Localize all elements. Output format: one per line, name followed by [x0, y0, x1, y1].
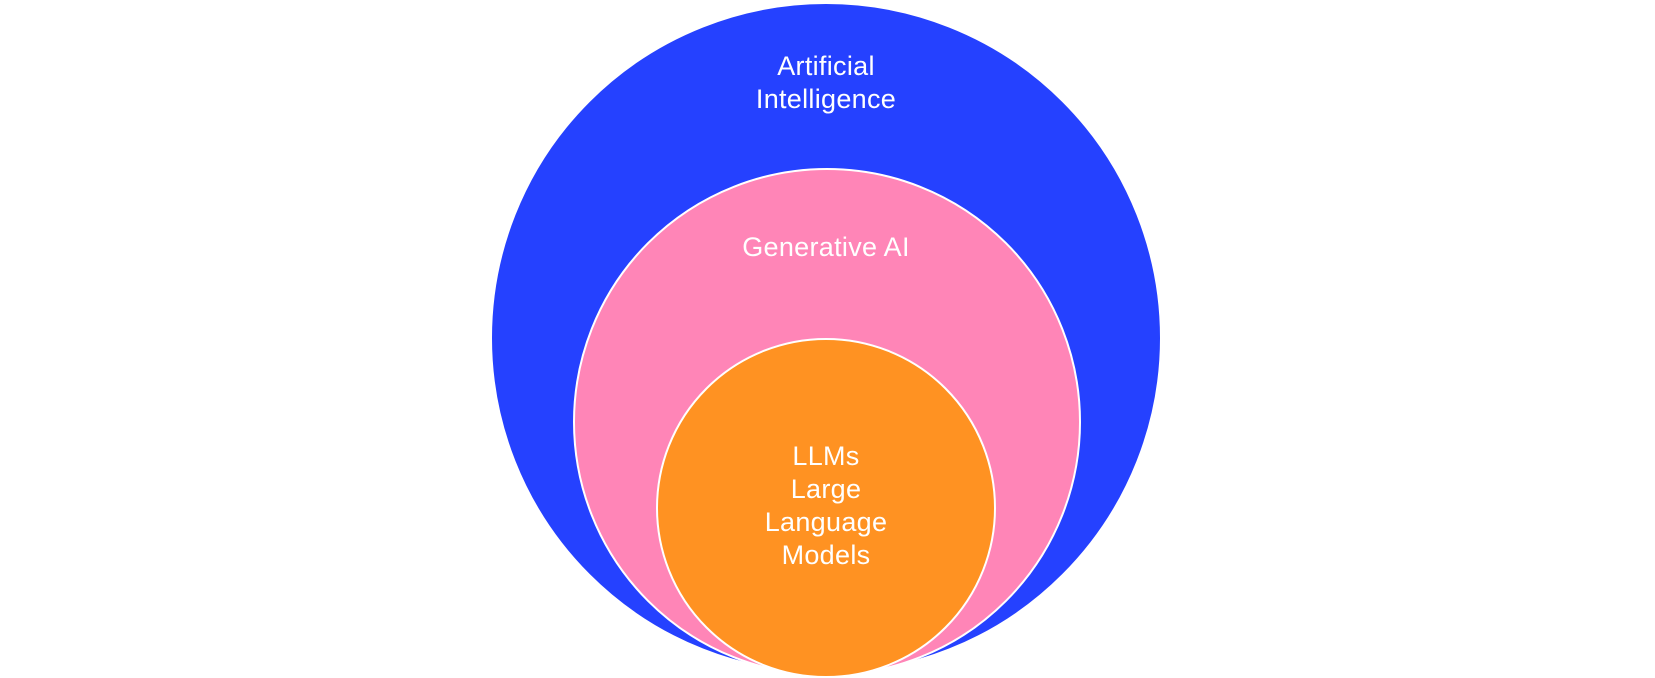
label-line: Large: [790, 474, 862, 504]
label-line: Intelligence: [755, 84, 897, 114]
artificial-intelligence-label: Artificial Intelligence: [676, 50, 976, 116]
label-line: LLMs: [792, 441, 860, 471]
label-line: Language: [764, 507, 888, 537]
label-line: Generative AI: [742, 232, 910, 262]
label-line: Models: [781, 540, 871, 570]
nested-circle-diagram: Artificial Intelligence Generative AI LL…: [0, 0, 1655, 678]
generative-ai-label: Generative AI: [676, 231, 976, 264]
llms-label: LLMs Large Language Models: [676, 440, 976, 572]
label-line: Artificial: [777, 51, 875, 81]
